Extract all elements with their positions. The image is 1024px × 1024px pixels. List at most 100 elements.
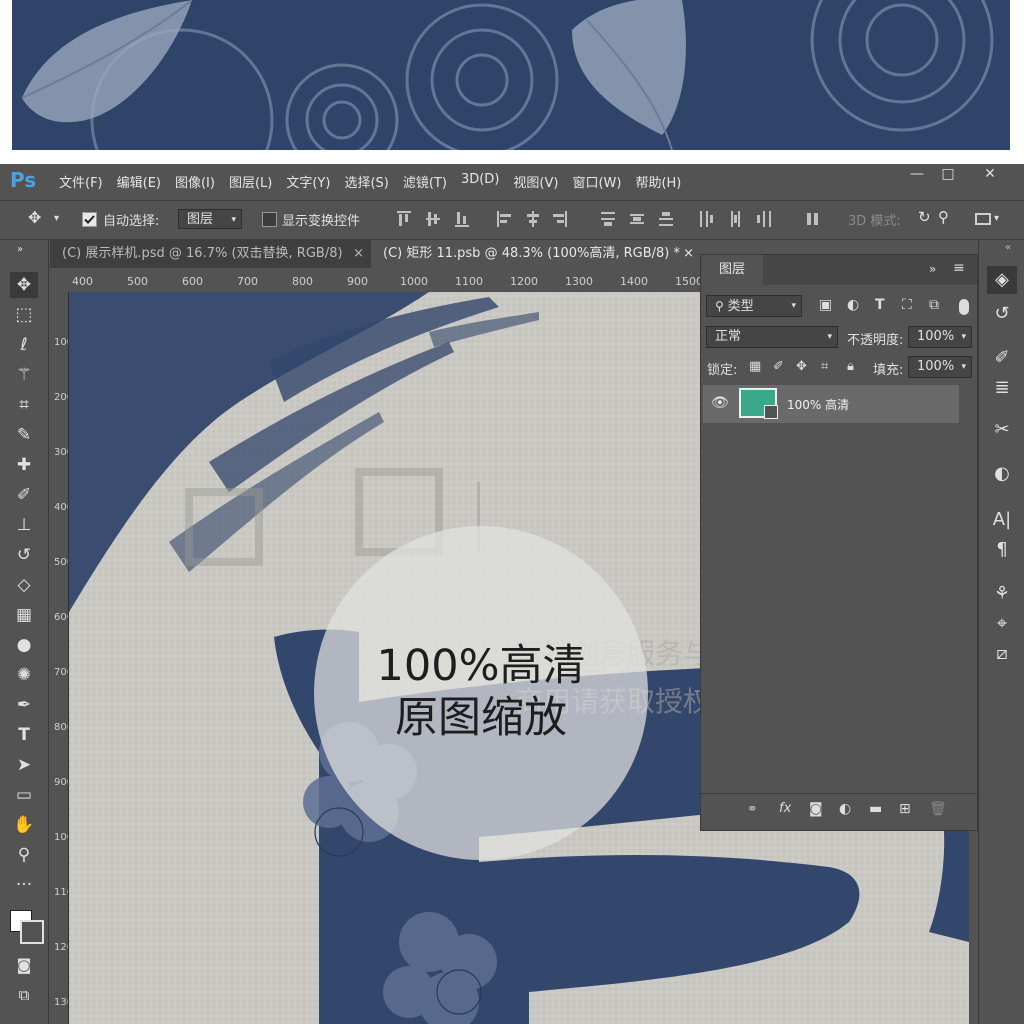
new-adjustment-layer-icon[interactable]: ◐ (839, 801, 851, 817)
restore-button[interactable]: □ (934, 166, 962, 188)
properties-panel-icon[interactable]: ⧄ (987, 640, 1017, 668)
healing-brush-tool-icon[interactable]: ✚ (10, 452, 38, 478)
eraser-tool-icon[interactable]: ◇ (10, 572, 38, 598)
blend-mode-dropdown[interactable]: 正常 ▾ (706, 326, 838, 348)
menu-select[interactable]: 选择(S) (337, 172, 395, 191)
brush-tool-icon[interactable]: ✐ (10, 482, 38, 508)
distribute-left-icon[interactable] (699, 211, 713, 227)
lock-transparent-icon[interactable]: ▦ (749, 359, 761, 374)
layers-panel-title[interactable]: 图层 (701, 255, 763, 285)
ruler-origin[interactable] (50, 274, 69, 293)
distribute-top-icon[interactable] (601, 211, 615, 227)
gradient-tool-icon[interactable]: ▦ (10, 602, 38, 628)
background-color-swatch[interactable] (20, 920, 44, 944)
distribute-vcenter-icon[interactable] (630, 211, 644, 227)
auto-select-checkbox[interactable] (82, 212, 97, 227)
color-panel-icon[interactable]: ◐ (987, 460, 1017, 488)
tab-rectangle-document[interactable]: (C) 矩形 11.psb @ 48.3% (100%高清, RGB/8) * … (371, 240, 700, 268)
eyedropper-tool-icon[interactable]: ✎ (10, 422, 38, 448)
path-selection-tool-icon[interactable]: ➤ (10, 752, 38, 778)
type-tool-icon[interactable]: T (10, 722, 38, 748)
filter-pixel-icon[interactable]: ▣ (819, 297, 832, 313)
pen-tool-icon[interactable]: ✒ (10, 692, 38, 718)
close-icon[interactable]: × (353, 240, 364, 268)
tool-preset-chevron-icon[interactable]: ▾ (54, 213, 59, 224)
align-hcenter-icon[interactable] (526, 211, 540, 227)
layer-row[interactable]: 👁︎ 100% 高清 (703, 385, 959, 423)
adjustments-icon[interactable]: ≣ (987, 374, 1017, 402)
lock-pixels-icon[interactable]: ✐ (773, 359, 784, 374)
hand-tool-icon[interactable]: ✋ (10, 812, 38, 838)
align-right-icon[interactable] (553, 211, 567, 227)
menu-layer[interactable]: 图层(L) (222, 172, 279, 191)
distribute-right-icon[interactable] (757, 211, 771, 227)
character-panel-icon[interactable]: A| (987, 506, 1017, 534)
paragraph-panel-icon[interactable]: ¶ (987, 536, 1017, 564)
show-transform-checkbox[interactable] (262, 212, 277, 227)
menu-window[interactable]: 窗口(W) (565, 172, 628, 191)
menu-edit[interactable]: 编辑(E) (110, 172, 168, 191)
lasso-tool-icon[interactable]: ℓ (10, 332, 38, 358)
dodge-tool-icon[interactable]: ✺ (10, 662, 38, 688)
paths-panel-icon[interactable]: ⌖ (987, 610, 1017, 638)
3d-rotate-icon[interactable]: ↻ (918, 208, 931, 226)
align-top-icon[interactable] (397, 211, 411, 227)
history-brush-tool-icon[interactable]: ↺ (10, 542, 38, 568)
marquee-tool-icon[interactable]: ⬚ (10, 302, 38, 328)
search-icon[interactable]: ⚲ (938, 208, 949, 226)
lock-position-icon[interactable]: ✥ (796, 359, 807, 374)
distribute-hcenter-icon[interactable] (728, 211, 742, 227)
menu-type[interactable]: 文字(Y) (279, 172, 337, 191)
crop-tool-icon[interactable]: ⌗ (10, 392, 38, 418)
align-bottom-icon[interactable] (455, 211, 469, 227)
fill-input[interactable]: 100% ▾ (908, 356, 972, 378)
quick-mask-icon[interactable]: ◙ (10, 952, 38, 978)
new-layer-icon[interactable]: ⊞ (899, 801, 911, 817)
opacity-input[interactable]: 100% ▾ (908, 326, 972, 348)
align-vcenter-icon[interactable] (426, 211, 440, 227)
menu-view[interactable]: 视图(V) (506, 172, 565, 191)
auto-select-target-dropdown[interactable]: 图层 ▾ (178, 209, 242, 229)
zoom-tool-icon[interactable]: ⚲ (10, 842, 38, 868)
expand-dock-icon[interactable]: « (1005, 242, 1011, 253)
tab-mockup-document[interactable]: (C) 展示样机.psd @ 16.7% (双击替换, RGB/8) × (50, 240, 370, 268)
minimize-button[interactable]: — (903, 166, 931, 188)
tool-presets-icon[interactable]: ✂ (987, 416, 1017, 444)
more-tools-icon[interactable]: ··· (10, 872, 38, 898)
clone-stamp-tool-icon[interactable]: ⊥ (10, 512, 38, 538)
add-mask-icon[interactable]: ◙ (809, 801, 823, 817)
filter-smart-object-icon[interactable]: ⧉ (929, 297, 939, 313)
lock-artboard-icon[interactable]: ⌗ (821, 359, 828, 374)
vertical-ruler[interactable]: 100 200 300 400 500 600 700 800 900 1000… (50, 292, 69, 1024)
delete-layer-icon[interactable]: 🗑︎ (929, 801, 947, 817)
history-panel-icon[interactable]: ↺ (987, 300, 1017, 328)
link-layers-icon[interactable]: ⚭ (747, 802, 758, 817)
screen-mode-icon[interactable]: ⧉ (10, 982, 38, 1008)
panel-menu-icon[interactable]: ≡ (953, 260, 965, 276)
filter-toggle-switch[interactable] (959, 299, 969, 315)
blur-tool-icon[interactable]: ● (10, 632, 38, 658)
auto-align-icon[interactable] (806, 211, 820, 227)
workspace-chevron-icon[interactable]: ▾ (994, 213, 999, 224)
menu-3d[interactable]: 3D(D) (454, 172, 506, 191)
move-tool-icon[interactable]: ✥ (28, 208, 41, 227)
collapse-toolbar-icon[interactable]: » (6, 244, 34, 256)
menu-help[interactable]: 帮助(H) (628, 172, 688, 191)
layer-name[interactable]: 100% 高清 (787, 396, 849, 413)
eye-visibility-icon[interactable]: 👁︎ (711, 395, 729, 411)
menu-filter[interactable]: 滤镜(T) (396, 172, 454, 191)
filter-shape-icon[interactable]: ⛶ (902, 297, 912, 313)
channels-panel-icon[interactable]: ⚘ (987, 580, 1017, 608)
close-window-button[interactable]: ✕ (976, 166, 1004, 188)
align-left-icon[interactable] (497, 211, 511, 227)
layer-style-icon[interactable]: fx (779, 801, 791, 816)
lock-all-icon[interactable]: 🔒︎ (847, 359, 854, 374)
move-tool-icon[interactable]: ✥ (10, 272, 38, 298)
new-group-icon[interactable]: ▬ (869, 801, 882, 817)
filter-type-icon[interactable]: T (875, 297, 885, 313)
filter-adjustment-icon[interactable]: ◐ (847, 297, 859, 313)
workspace-icon[interactable] (975, 213, 991, 225)
menu-file[interactable]: 文件(F) (52, 172, 110, 191)
menu-image[interactable]: 图像(I) (168, 172, 222, 191)
magic-wand-tool-icon[interactable]: ⚚ (10, 362, 38, 388)
